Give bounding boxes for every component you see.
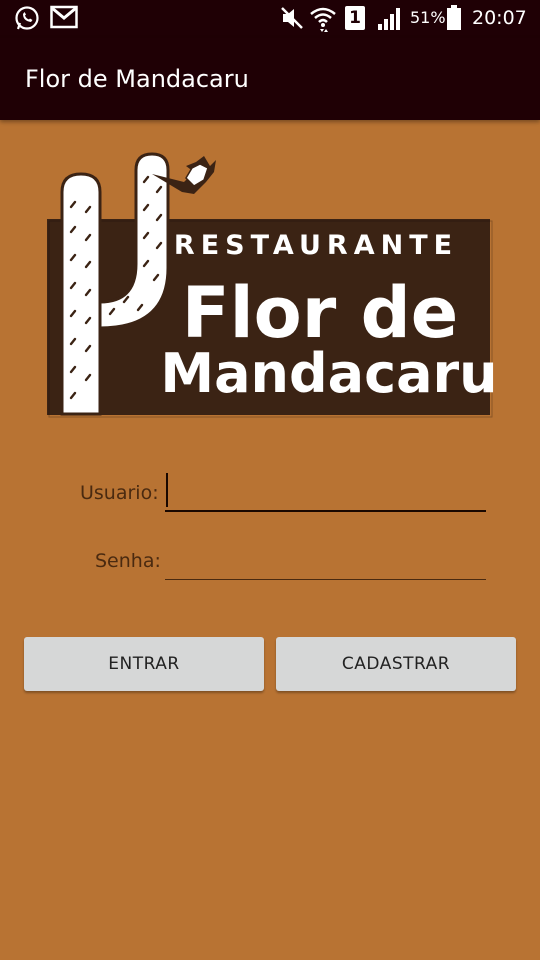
app-title: Flor de Mandacaru — [25, 65, 249, 93]
wifi-icon — [310, 7, 336, 32]
whatsapp-icon — [15, 6, 39, 30]
logo-text-restaurante: RESTAURANTE — [174, 230, 458, 261]
logo-text-mandacaru: Mandacaru — [160, 342, 494, 405]
gmail-icon — [50, 5, 78, 29]
clock: 20:07 — [472, 7, 527, 29]
sim-label: 1 — [349, 8, 361, 28]
password-label: Senha: — [95, 550, 161, 572]
app-bar: Flor de Mandacaru — [0, 38, 540, 120]
logo-graphic: RESTAURANTE Flor de Mandacaru — [47, 152, 498, 418]
mute-icon — [281, 7, 303, 29]
cadastrar-button[interactable]: CADASTRAR — [276, 637, 516, 691]
status-bar: 1 51% 20:07 — [0, 0, 540, 38]
text-cursor — [166, 473, 168, 507]
signal-icon — [378, 8, 400, 30]
battery-icon — [447, 5, 461, 30]
username-label: Usuario: — [80, 482, 159, 504]
restaurant-logo: RESTAURANTE Flor de Mandacaru — [44, 152, 498, 420]
username-input[interactable] — [165, 472, 486, 512]
password-input[interactable] — [165, 540, 486, 580]
battery-percent: 51% — [410, 8, 446, 27]
sim1-icon: 1 — [345, 6, 365, 30]
entrar-button[interactable]: ENTRAR — [24, 637, 264, 691]
